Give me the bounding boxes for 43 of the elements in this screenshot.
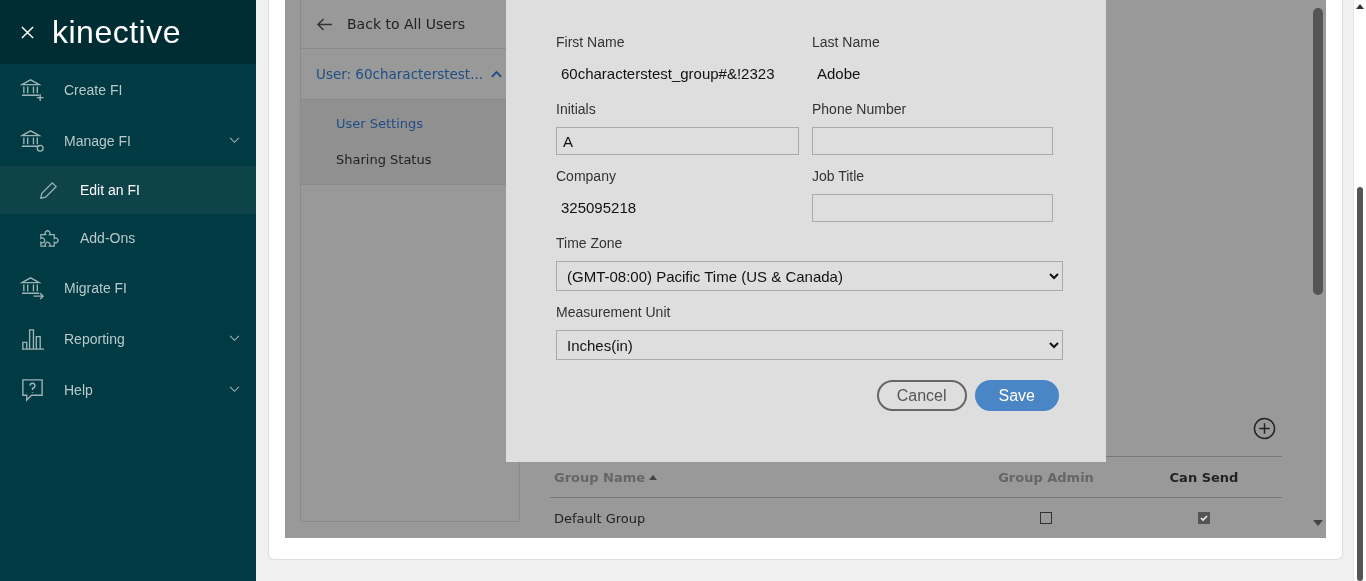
input-field[interactable] <box>812 127 1053 155</box>
select-field[interactable]: Inches(in) <box>556 330 1063 360</box>
nav-item[interactable]: Manage FI <box>0 115 256 166</box>
field-label: Initials <box>556 101 597 119</box>
puzzle-icon <box>38 227 59 249</box>
close-icon[interactable] <box>21 25 34 39</box>
input-field[interactable] <box>812 194 1053 222</box>
field-label: Measurement Unit <box>556 304 672 322</box>
field-value: Adobe <box>816 64 862 84</box>
scroll-down-arrow-icon[interactable] <box>1313 520 1323 526</box>
field-label: Job Title <box>812 168 866 186</box>
table-cell-text: Default Group <box>553 510 647 526</box>
field-value: 60characterstest_group#&!2323 <box>560 64 776 84</box>
bank-icon <box>20 77 45 102</box>
page-scrollbar[interactable] <box>1353 0 1366 581</box>
help-icon <box>20 377 45 402</box>
nav-subitem[interactable]: Add-Ons <box>0 214 256 262</box>
add-icon[interactable] <box>1253 417 1276 440</box>
field-label: First Name <box>556 34 626 52</box>
nav-item[interactable]: Help <box>0 364 256 415</box>
checkbox[interactable] <box>1040 512 1052 524</box>
save-button[interactable]: Save <box>974 380 1059 411</box>
field-label: Time Zone <box>556 235 624 253</box>
pencil-icon <box>38 179 59 201</box>
field-value: 325095218 <box>560 198 638 218</box>
field-label: Phone Number <box>812 101 908 119</box>
cancel-button[interactable]: Cancel <box>876 380 967 411</box>
bank-icon <box>20 275 45 300</box>
field-label: Company <box>556 168 617 186</box>
field-label: Last Name <box>812 34 881 52</box>
nav-item[interactable]: Create FI <box>0 64 256 115</box>
nav-subitem[interactable]: Edit an FI <box>0 166 256 214</box>
column-header[interactable]: Can Send <box>1126 469 1282 485</box>
bar-chart-icon <box>20 326 45 351</box>
select-field[interactable]: (GMT-08:00) Pacific Time (US & Canada) <box>556 261 1063 291</box>
input-field[interactable]: A <box>556 127 799 155</box>
arrow-left-icon <box>316 17 333 31</box>
bank-icon <box>20 128 45 153</box>
nav-item[interactable]: Reporting <box>0 313 256 364</box>
checkbox[interactable] <box>1198 512 1210 524</box>
scroll-up-arrow-icon[interactable] <box>1356 4 1364 9</box>
logo: kinective <box>52 13 181 51</box>
nav-item[interactable]: Migrate FI <box>0 262 256 313</box>
